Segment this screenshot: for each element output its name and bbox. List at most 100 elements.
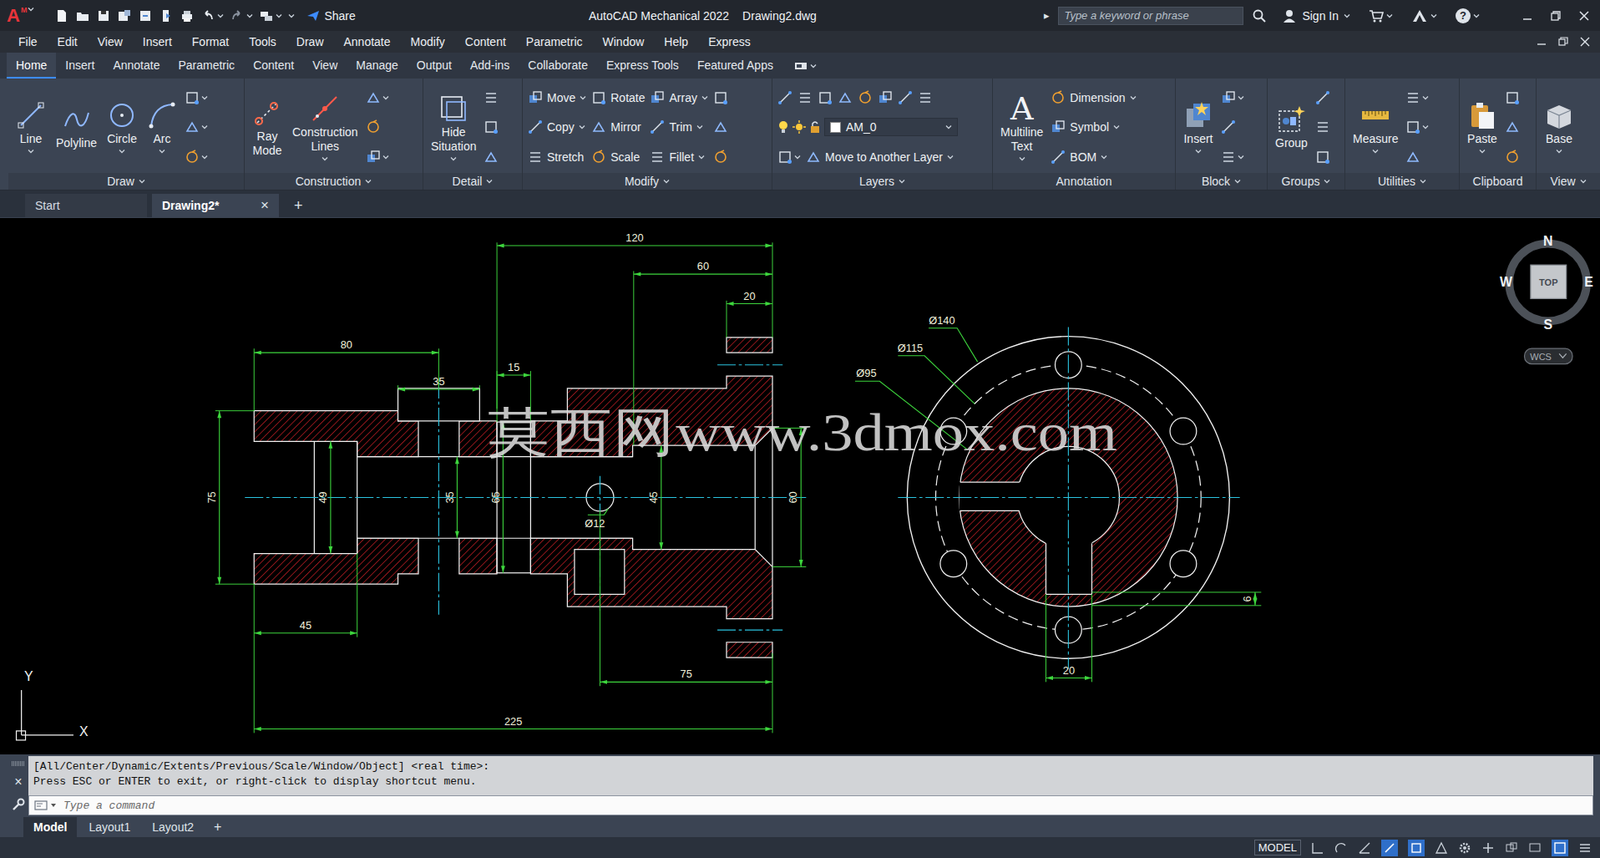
tool-icon[interactable]	[483, 119, 499, 135]
layout-tab[interactable]: Layout2	[141, 816, 204, 837]
ribbon-icon-button[interactable]	[877, 88, 893, 107]
dimension[interactable]: Ø140	[928, 313, 978, 362]
ribbon-icon-button[interactable]	[817, 88, 833, 107]
tool-icon[interactable]	[805, 149, 821, 165]
hatched-region[interactable]	[459, 537, 497, 574]
tool-icon[interactable]	[1220, 149, 1236, 165]
ribbon-icon-button[interactable]	[483, 88, 499, 107]
ribbon-tool-button[interactable]: Symbol	[1050, 117, 1120, 137]
minimize-icon[interactable]	[1521, 10, 1534, 22]
dimension[interactable]: 49	[316, 440, 333, 553]
tool-icon[interactable]	[1050, 90, 1066, 106]
clean-screen-icon[interactable]	[1553, 840, 1567, 855]
viewcube[interactable]: TOPNSWEWCS	[1499, 233, 1594, 365]
ribbon-tool-button[interactable]: Stretch	[527, 147, 584, 167]
tool-icon[interactable]	[1315, 90, 1331, 106]
ribbon-tool-button[interactable]: BOM	[1050, 147, 1108, 167]
tool-icon[interactable]	[777, 149, 793, 165]
lock-icon[interactable]	[809, 120, 821, 134]
ribbon-toggle[interactable]	[794, 52, 817, 79]
bottom-hole[interactable]	[574, 549, 625, 595]
dropdown-arrow-icon[interactable]	[663, 177, 670, 185]
side-notch[interactable]	[959, 481, 1021, 511]
quick-access-icon[interactable]	[158, 8, 174, 24]
dropdown-arrow-icon[interactable]	[1343, 12, 1351, 20]
autodesk-icon[interactable]	[1411, 8, 1428, 24]
ribbon-tab[interactable]: Content	[243, 52, 304, 79]
panel-title[interactable]: Annotation	[992, 172, 1175, 190]
quick-access-icon[interactable]	[137, 8, 153, 24]
ribbon-icon-button[interactable]	[1220, 117, 1236, 137]
bolt-hole[interactable]	[1169, 550, 1197, 578]
dropdown-arrow-icon[interactable]	[138, 177, 146, 185]
ribbon-icon-button[interactable]	[1220, 147, 1245, 167]
layout-tab[interactable]: Layout1	[78, 816, 141, 837]
cart-icon[interactable]	[1368, 8, 1384, 24]
quick-access-icon[interactable]	[200, 8, 216, 24]
dimension[interactable]: 75	[600, 667, 774, 684]
quick-access-icon[interactable]	[229, 8, 245, 24]
dropdown-arrow-icon[interactable]	[579, 94, 587, 102]
ribbon-tool-button[interactable]: Rotate	[591, 88, 645, 107]
quick-access-icon[interactable]	[116, 8, 132, 24]
ribbon-large-button[interactable]: Paste	[1464, 98, 1500, 157]
model-space[interactable]: 1206020803515754935654560Ø124575225Ø140Ø…	[0, 217, 1600, 755]
ribbon-tab[interactable]: Annotate	[103, 52, 169, 79]
dropdown-arrow-icon[interactable]	[696, 123, 704, 131]
tool-icon[interactable]	[777, 90, 793, 106]
dropdown-arrow-icon[interactable]	[698, 153, 705, 161]
ribbon-large-button[interactable]: A Multiline Text	[997, 91, 1046, 164]
dropdown-arrow-icon[interactable]	[1372, 147, 1379, 155]
ribbon-tab[interactable]: Insert	[55, 52, 104, 79]
dimension[interactable]: 20	[1045, 663, 1092, 680]
tool-icon[interactable]	[1504, 90, 1520, 106]
ribbon-icon-button[interactable]	[365, 88, 390, 107]
dropdown-arrow-icon[interactable]	[246, 12, 254, 20]
tool-icon[interactable]	[713, 119, 729, 135]
quick-access-icon[interactable]	[179, 8, 195, 24]
hatched-region[interactable]	[253, 537, 419, 584]
add-icon[interactable]	[1481, 840, 1495, 855]
dropdown-arrow-icon[interactable]	[1422, 123, 1429, 131]
dropdown-arrow-icon[interactable]	[1323, 177, 1331, 185]
document-close-icon[interactable]	[1579, 36, 1590, 47]
ribbon-tool-button[interactable]: Move to Another Layer	[805, 147, 954, 167]
measure-icon[interactable]	[1360, 100, 1391, 131]
ribbon-tab[interactable]: Featured Apps	[688, 52, 783, 79]
tool-icon[interactable]	[649, 149, 665, 165]
command-input[interactable]	[61, 798, 1588, 813]
quick-access-icon[interactable]	[54, 8, 70, 24]
circle-icon[interactable]	[106, 100, 137, 131]
layer-control[interactable]: AM_0	[777, 117, 958, 137]
ribbon-icon-button[interactable]	[365, 117, 381, 137]
dimension[interactable]: 35	[398, 374, 481, 391]
ribbon-icon-button[interactable]	[365, 147, 390, 167]
ribbon-tool-button[interactable]: Scale	[591, 147, 640, 167]
dimension[interactable]: 75	[205, 410, 222, 584]
new-tab-button[interactable]: +	[283, 193, 314, 218]
tool-icon[interactable]	[1220, 119, 1236, 135]
dimension[interactable]: 60	[633, 259, 773, 276]
tool-icon[interactable]	[817, 90, 833, 106]
ribbon-icon-button[interactable]	[713, 88, 729, 107]
ribbon-icon-button[interactable]	[1315, 147, 1331, 167]
polar-icon[interactable]	[1357, 840, 1372, 855]
menu-item[interactable]: Insert	[132, 35, 183, 49]
dropdown-arrow-icon[interactable]	[1430, 12, 1438, 20]
dropdown-arrow-icon[interactable]	[118, 147, 126, 155]
drawing-canvas[interactable]: 1206020803515754935654560Ø124575225Ø140Ø…	[0, 217, 1600, 755]
ribbon-icon-button[interactable]	[713, 147, 729, 167]
dropdown-arrow-icon[interactable]	[1555, 147, 1563, 155]
ribbon-tab[interactable]: Output	[407, 52, 461, 79]
dimension[interactable]: 35	[443, 456, 460, 539]
menu-item[interactable]: Express	[698, 35, 761, 49]
panel-title[interactable]: Clipboard	[1459, 172, 1536, 190]
ribbon-icon-button[interactable]	[777, 88, 793, 107]
tool-icon[interactable]	[649, 90, 665, 106]
layer-dropdown[interactable]: AM_0	[824, 117, 958, 137]
dropdown-arrow-icon[interactable]	[578, 123, 586, 131]
ribbon-tab[interactable]: View	[303, 52, 347, 79]
ribbon-icon-button[interactable]	[1504, 88, 1520, 107]
panel-title[interactable]: Detail	[423, 172, 522, 190]
dropdown-arrow-icon[interactable]	[364, 177, 372, 185]
